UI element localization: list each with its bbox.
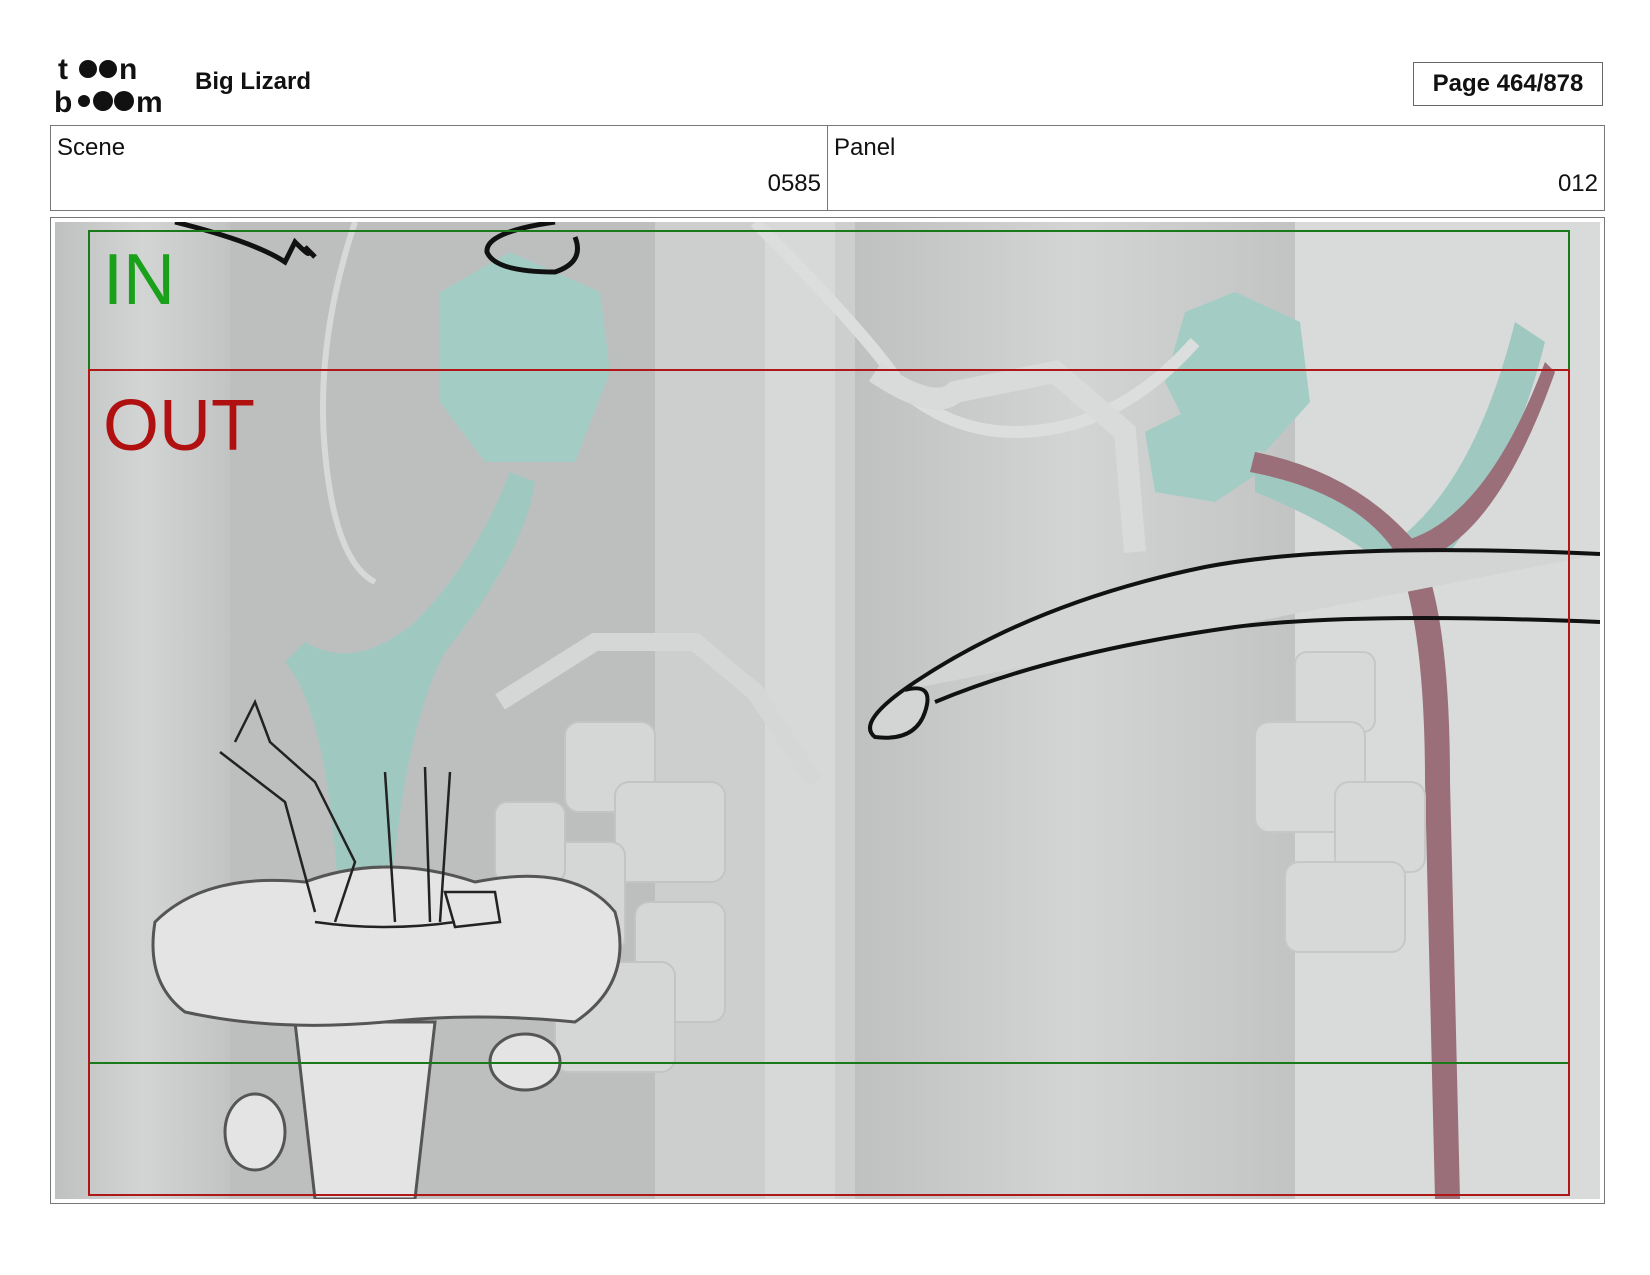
info-table: Scene 0585 Panel 012 [50,125,1605,211]
scene-cell: Scene 0585 [51,126,827,210]
out-label: OUT [103,386,255,466]
page-indicator: Page 464/878 [1413,62,1603,106]
in-label: IN [103,240,175,320]
project-title: Big Lizard [195,68,312,95]
svg-text:m: m [136,86,163,116]
svg-text:b: b [54,86,72,116]
panel-label: Panel [834,134,896,161]
svg-text:n: n [119,53,137,86]
panel-cell: Panel 012 [827,126,1604,210]
storyboard-panel: IN OUT [50,217,1605,1204]
panel-value: 012 [1557,170,1598,197]
scene-label: Scene [57,134,126,161]
svg-text:t: t [58,53,68,86]
out-frame [88,369,1570,1196]
scene-value: 0585 [767,170,821,197]
toon-boom-logo-icon: t n b m [54,53,163,116]
panel-artwork: IN OUT [55,222,1600,1199]
